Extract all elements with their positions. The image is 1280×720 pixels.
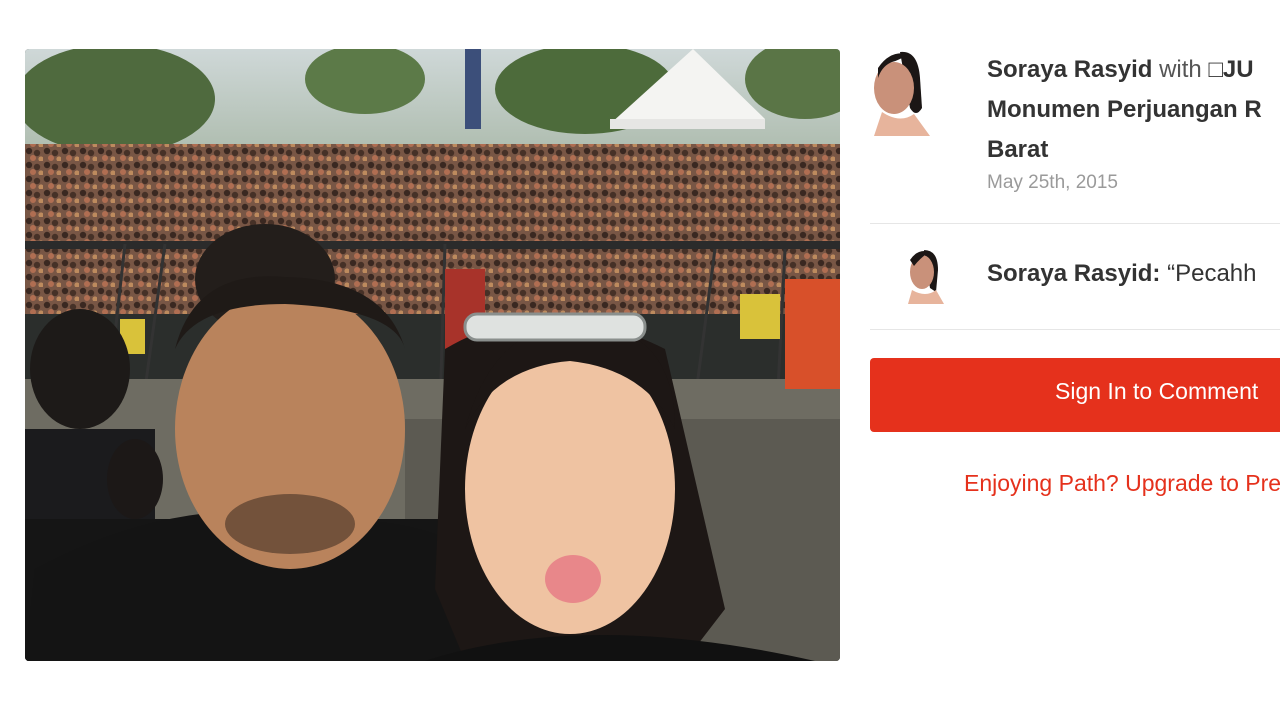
post-title: Soraya Rasyid with □JU Monumen Perjuanga…	[987, 50, 1280, 170]
selfie-photo-illustration	[25, 49, 840, 661]
tagged-friend-link[interactable]: □JU	[1208, 56, 1253, 83]
post-date: May 25th, 2015	[987, 172, 1118, 193]
author-avatar-image	[870, 48, 934, 136]
with-text: with	[1152, 56, 1209, 83]
commenter-avatar-image	[906, 248, 946, 304]
divider-bottom	[870, 329, 1280, 330]
author-name-link[interactable]: Soraya Rasyid	[987, 56, 1152, 83]
comment-body: “Pecahh	[1160, 260, 1257, 287]
comment-item: Soraya Rasyid: “Pecahh	[870, 248, 1280, 308]
comment-author-link[interactable]: Soraya Rasyid:	[987, 260, 1160, 287]
divider-top	[870, 223, 1280, 224]
path-moment-page: Soraya Rasyid with □JU Monumen Perjuanga…	[0, 0, 1280, 720]
comment-text: Soraya Rasyid: “Pecahh	[987, 260, 1256, 288]
post-header: Soraya Rasyid with □JU Monumen Perjuanga…	[870, 48, 1280, 224]
sign-in-button-label: Sign In to Comment	[1055, 378, 1259, 404]
upgrade-premium-link[interactable]: Enjoying Path? Upgrade to Pre	[964, 470, 1280, 497]
sign-in-to-comment-button[interactable]: Sign In to Comment	[870, 358, 1280, 432]
moment-photo[interactable]	[25, 49, 840, 661]
commenter-avatar[interactable]	[906, 248, 946, 304]
moment-sidebar: Soraya Rasyid with □JU Monumen Perjuanga…	[870, 0, 1280, 720]
location-line-2[interactable]: Barat	[987, 136, 1048, 163]
author-avatar[interactable]	[870, 48, 934, 136]
location-line-1[interactable]: Monumen Perjuangan R	[987, 96, 1262, 123]
